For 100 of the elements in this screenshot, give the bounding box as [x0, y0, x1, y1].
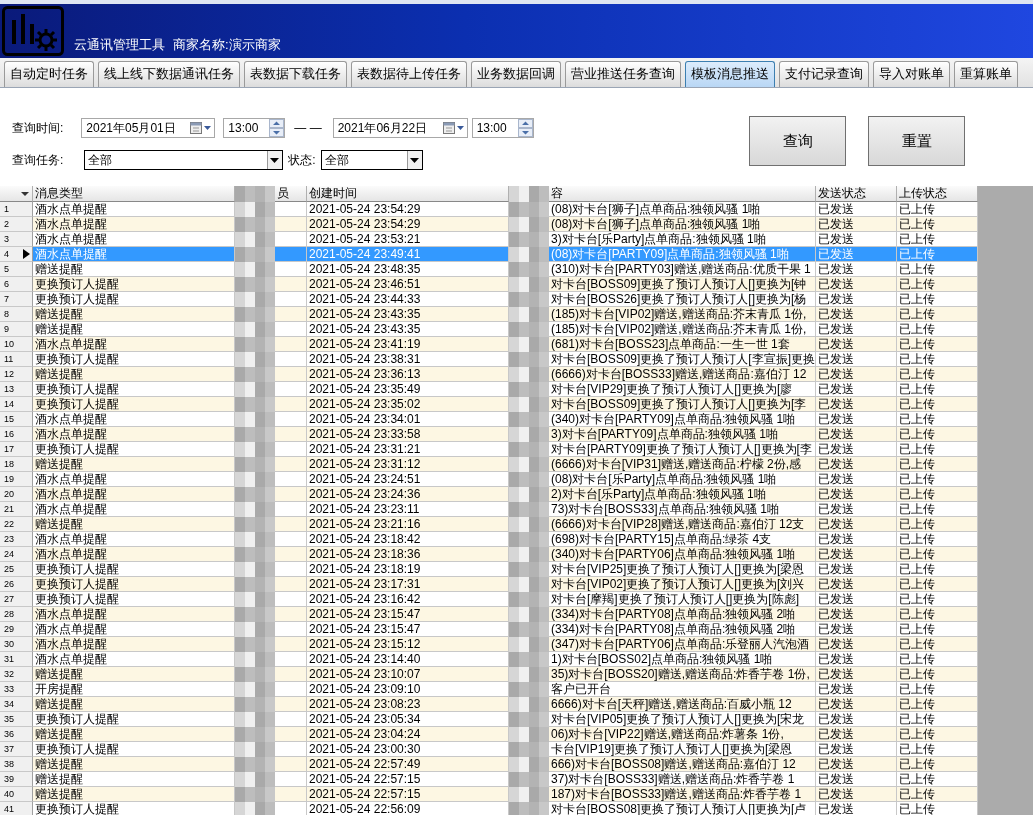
tab[interactable]: 支付记录查询 — [779, 61, 869, 87]
tab[interactable]: 重算账单 — [954, 61, 1018, 87]
table-row[interactable]: 31 酒水点单提醒 2021-05-24 23:14:40 1)对卡台[BOSS02]点单商品:独领风骚 1啪 已发送 已上传 — [0, 652, 978, 667]
table-row[interactable]: 10 酒水点单提醒 2021-05-24 23:41:19 (681)对卡台[BOSS23]点单商品:一生一世 1套 已发送 已上传 — [0, 337, 978, 352]
table-row[interactable]: 2 酒水点单提醒 2021-05-24 23:54:29 (08)对卡台[狮子]点单商品:独领风骚 1啪 已发送 已上传 — [0, 217, 978, 232]
row-number: 9 — [0, 322, 33, 337]
blur-mask — [235, 277, 275, 292]
row-number: 39 — [0, 772, 33, 787]
table-row[interactable]: 25 更换预订人提醒 2021-05-24 23:18:19 对卡台[VIP25]更换了预订人预订人[]更换为[梁恩 已发送 已上传 — [0, 562, 978, 577]
table-row[interactable]: 1 酒水点单提醒 2021-05-24 23:54:29 (08)对卡台[狮子]点单商品:独领风骚 1啪 已发送 已上传 — [0, 202, 978, 217]
table-row[interactable]: 5 赠送提醒 2021-05-24 23:48:35 (310)对卡台[PARTY03]赠送,赠送商品:优质干果 1 已发送 已上传 — [0, 262, 978, 277]
table-row[interactable]: 9 赠送提醒 2021-05-24 23:43:35 (185)对卡台[VIP02]赠送,赠送商品:芥末青瓜 1份, 已发送 已上传 — [0, 322, 978, 337]
calendar-dropdown-icon[interactable] — [442, 122, 465, 134]
table-row[interactable]: 20 酒水点单提醒 2021-05-24 23:24:36 2)对卡台[乐Party]点单商品:独领风骚 1啪 已发送 已上传 — [0, 487, 978, 502]
table-row[interactable]: 41 更换预订人提醒 2021-05-24 22:56:09 对卡台[BOSS08]更换了预订人预订人[]更换为[卢 已发送 已上传 — [0, 802, 978, 815]
blur-mask — [509, 247, 549, 262]
status-dropdown[interactable]: 全部 — [320, 150, 423, 170]
row-number: 12 — [0, 367, 33, 382]
blur-mask — [235, 802, 275, 815]
table-row[interactable]: 7 更换预订人提醒 2021-05-24 23:44:33 对卡台[BOSS26]更换了预订人预订人[]更换为[杨 已发送 已上传 — [0, 292, 978, 307]
table-row[interactable]: 28 酒水点单提醒 2021-05-24 23:15:47 (334)对卡台[PARTY08]点单商品:独领风骚 2啪 已发送 已上传 — [0, 607, 978, 622]
tab[interactable]: 表数据下载任务 — [244, 61, 347, 87]
spinner-icon[interactable] — [269, 119, 285, 137]
table-row[interactable]: 12 赠送提醒 2021-05-24 23:36:13 (6666)对卡台[BOSS33]赠送,赠送商品:嘉伯汀 12 已发送 已上传 — [0, 367, 978, 382]
table-row[interactable]: 14 更换预订人提醒 2021-05-24 23:35:02 对卡台[BOSS09]更换了预订人预订人[]更换为[李 已发送 已上传 — [0, 397, 978, 412]
row-number: 11 — [0, 352, 33, 367]
table-row[interactable]: 18 赠送提醒 2021-05-24 23:31:12 (6666)对卡台[VIP31]赠送,赠送商品:柠檬 2份,感 已发送 已上传 — [0, 457, 978, 472]
reset-button[interactable]: 重置 — [868, 116, 965, 166]
row-number: 1 — [0, 202, 33, 217]
table-row[interactable]: 23 酒水点单提醒 2021-05-24 23:18:42 (698)对卡台[PARTY15]点单商品:绿茶 4支 已发送 已上传 — [0, 532, 978, 547]
table-row[interactable]: 36 赠送提醒 2021-05-24 23:04:24 06)对卡台[VIP22]赠送,赠送商品:炸薯条 1份, 已发送 已上传 — [0, 727, 978, 742]
blur-mask — [235, 186, 275, 202]
spinner-icon[interactable] — [517, 119, 533, 137]
sort-arrow-icon[interactable] — [20, 190, 30, 197]
row-number: 36 — [0, 727, 33, 742]
blur-mask — [235, 427, 275, 442]
current-row-icon — [23, 249, 30, 259]
tab[interactable]: 业务数据回调 — [471, 61, 561, 87]
table-row[interactable]: 3 酒水点单提醒 2021-05-24 23:53:21 3)对卡台[乐Party]点单商品:独领风骚 1啪 已发送 已上传 — [0, 232, 978, 247]
blur-mask — [235, 787, 275, 802]
table-row[interactable]: 27 更换预订人提醒 2021-05-24 23:16:42 对卡台[摩羯]更换了预订人预订人[]更换为[陈彪] 已发送 已上传 — [0, 592, 978, 607]
row-number: 30 — [0, 637, 33, 652]
row-number: 26 — [0, 577, 33, 592]
time-field[interactable]: 13:00 — [223, 118, 286, 138]
blur-mask — [235, 652, 275, 667]
status-label: 状态: — [288, 151, 316, 169]
date-picker[interactable]: 2021年05月01日 — [81, 118, 216, 138]
blur-mask — [235, 712, 275, 727]
table-row[interactable]: 26 更换预订人提醒 2021-05-24 23:17:31 对卡台[VIP02]更换了预订人预订人[]更换为[刘兴 已发送 已上传 — [0, 577, 978, 592]
blur-mask — [509, 202, 549, 217]
table-row[interactable]: 19 酒水点单提醒 2021-05-24 23:24:51 (08)对卡台[乐Party]点单商品:独领风骚 1啪 已发送 已上传 — [0, 472, 978, 487]
table-row[interactable]: 30 酒水点单提醒 2021-05-24 23:15:12 (347)对卡台[PARTY06]点单商品:乐登丽人汽泡酒 已发送 已上传 — [0, 637, 978, 652]
table-row[interactable]: 39 赠送提醒 2021-05-24 22:57:15 37)对卡台[BOSS33]赠送,赠送商品:炸香芋卷 1 已发送 已上传 — [0, 772, 978, 787]
table-row[interactable]: 4 酒水点单提醒 2021-05-24 23:49:41 (08)对卡台[PARTY09]点单商品:独领风骚 1啪 已发送 已上传 — [0, 247, 978, 262]
table-row[interactable]: 6 更换预订人提醒 2021-05-24 23:46:51 对卡台[BOSS09]更换了预订人预订人[]更换为[钟 已发送 已上传 — [0, 277, 978, 292]
tab[interactable]: 线上线下数据通讯任务 — [98, 61, 240, 87]
dropdown-caret-icon[interactable] — [267, 151, 283, 169]
table-row[interactable]: 34 赠送提醒 2021-05-24 23:08:23 6666)对卡台[天秤]赠送,赠送商品:百威小瓶 12 已发送 已上传 — [0, 697, 978, 712]
table-row[interactable]: 13 更换预订人提醒 2021-05-24 23:35:49 对卡台[VIP29]更换了预订人预订人[]更换为[廖 已发送 已上传 — [0, 382, 978, 397]
dropdown-caret-icon[interactable] — [406, 151, 422, 169]
table-row[interactable]: 8 赠送提醒 2021-05-24 23:43:35 (185)对卡台[VIP02]赠送,赠送商品:芥末青瓜 1份, 已发送 已上传 — [0, 307, 978, 322]
table-cell: 对卡台[BOSS08]更换了预订人预订人[]更换为[卢 — [549, 802, 816, 815]
time-field[interactable]: 13:00 — [471, 118, 534, 138]
blur-mask — [509, 367, 549, 382]
table-row[interactable]: 29 酒水点单提醒 2021-05-24 23:15:47 (334)对卡台[PARTY08]点单商品:独领风骚 2啪 已发送 已上传 — [0, 622, 978, 637]
row-number: 18 — [0, 457, 33, 472]
table-row[interactable]: 32 赠送提醒 2021-05-24 23:10:07 35)对卡台[BOSS20]赠送,赠送商品:炸香芋卷 1份, 已发送 已上传 — [0, 667, 978, 682]
table-row[interactable]: 21 酒水点单提醒 2021-05-24 23:23:11 73)对卡台[BOSS33]点单商品:独领风骚 1啪 已发送 已上传 — [0, 502, 978, 517]
tab[interactable]: 模板消息推送 — [685, 61, 775, 87]
row-number: 23 — [0, 532, 33, 547]
table-row[interactable]: 15 酒水点单提醒 2021-05-24 23:34:01 (340)对卡台[PARTY09]点单商品:独领风骚 1啪 已发送 已上传 — [0, 412, 978, 427]
blur-mask — [509, 697, 549, 712]
date-picker[interactable]: 2021年06月22日 — [332, 118, 468, 138]
row-number: 22 — [0, 517, 33, 532]
table-row[interactable]: 35 更换预订人提醒 2021-05-24 23:05:34 对卡台[VIP05]更换了预订人预订人[]更换为[宋龙 已发送 已上传 — [0, 712, 978, 727]
blur-mask — [509, 292, 549, 307]
blur-mask — [235, 577, 275, 592]
tab[interactable]: 表数据待上传任务 — [351, 61, 467, 87]
blur-mask — [509, 592, 549, 607]
blur-mask — [235, 472, 275, 487]
table-row[interactable]: 33 开房提醒 2021-05-24 23:09:10 客户已开台 已发送 已上传 — [0, 682, 978, 697]
row-number: 20 — [0, 487, 33, 502]
table-row[interactable]: 24 酒水点单提醒 2021-05-24 23:18:36 (340)对卡台[PARTY06]点单商品:独领风骚 1啪 已发送 已上传 — [0, 547, 978, 562]
table-row[interactable]: 37 更换预订人提醒 2021-05-24 23:00:30 卡台[VIP19]更换了预订人预订人[]更换为[梁恩 已发送 已上传 — [0, 742, 978, 757]
table-row[interactable]: 38 赠送提醒 2021-05-24 22:57:49 666)对卡台[BOSS08]赠送,赠送商品:嘉伯汀 12 已发送 已上传 — [0, 757, 978, 772]
blur-mask — [509, 382, 549, 397]
table-row[interactable]: 22 赠送提醒 2021-05-24 23:21:16 (6666)对卡台[VIP28]赠送,赠送商品:嘉伯汀 12支 已发送 已上传 — [0, 517, 978, 532]
blur-mask — [509, 442, 549, 457]
blur-mask — [235, 607, 275, 622]
tab[interactable]: 自动定时任务 — [4, 61, 94, 87]
tab[interactable]: 营业推送任务查询 — [565, 61, 681, 87]
table-row[interactable]: 11 更换预订人提醒 2021-05-24 23:38:31 对卡台[BOSS09]更换了预订人预订人[李宣振]更换 已发送 已上传 — [0, 352, 978, 367]
tab[interactable]: 导入对账单 — [873, 61, 950, 87]
row-number: 21 — [0, 502, 33, 517]
table-row[interactable]: 16 酒水点单提醒 2021-05-24 23:33:58 3)对卡台[PARTY09]点单商品:独领风骚 1啪 已发送 已上传 — [0, 427, 978, 442]
table-row[interactable]: 40 赠送提醒 2021-05-24 22:57:15 187)对卡台[BOSS33]赠送,赠送商品:炸香芋卷 1 已发送 已上传 — [0, 787, 978, 802]
calendar-dropdown-icon[interactable] — [190, 122, 213, 134]
query-button[interactable]: 查询 — [749, 116, 846, 166]
table-row[interactable]: 17 更换预订人提醒 2021-05-24 23:31:21 对卡台[PARTY09]更换了预订人预订人[]更换为[李 已发送 已上传 — [0, 442, 978, 457]
task-dropdown[interactable]: 全部 — [84, 150, 284, 170]
